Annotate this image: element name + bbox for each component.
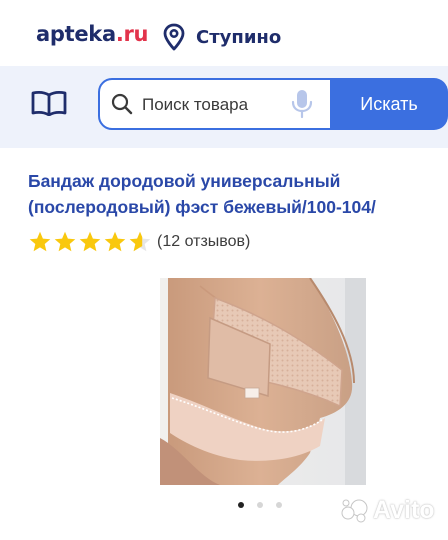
apteka-logo[interactable]: apteka.ru — [36, 22, 149, 46]
half-star-icon — [129, 231, 151, 252]
star-icon — [79, 231, 101, 252]
product-title: Бандаж дородовой универсальный (послерод… — [28, 171, 376, 217]
star-icon — [104, 231, 126, 252]
reviews-count[interactable]: (12 отзывов) — [157, 233, 250, 251]
avito-wordmark: Avito — [373, 496, 435, 524]
gallery-pagination[interactable] — [238, 502, 282, 508]
gallery-dot[interactable] — [257, 502, 263, 508]
gallery-dot-active[interactable] — [238, 502, 244, 508]
map-pin-icon[interactable] — [163, 23, 185, 51]
rating-stars — [28, 230, 152, 254]
product-rating[interactable]: (12 отзывов) — [28, 230, 250, 254]
avito-logo-icon — [341, 499, 368, 522]
star-icon — [54, 231, 76, 252]
open-book-icon[interactable] — [31, 90, 67, 116]
logo-main: apteka — [36, 22, 116, 46]
logo-suffix: .ru — [115, 22, 149, 46]
avito-watermark: Avito — [340, 496, 435, 525]
city-selector[interactable]: Ступино — [196, 27, 281, 48]
maternity-support-belt-photo[interactable] — [160, 278, 366, 485]
search-input[interactable] — [142, 93, 282, 117]
search-icon — [111, 93, 133, 115]
microphone-icon[interactable] — [290, 89, 314, 119]
search-button[interactable]: Искать — [330, 78, 448, 130]
top-header: apteka.ru Ступино — [0, 0, 448, 66]
star-icon — [29, 231, 51, 252]
gallery-dot[interactable] — [276, 502, 282, 508]
